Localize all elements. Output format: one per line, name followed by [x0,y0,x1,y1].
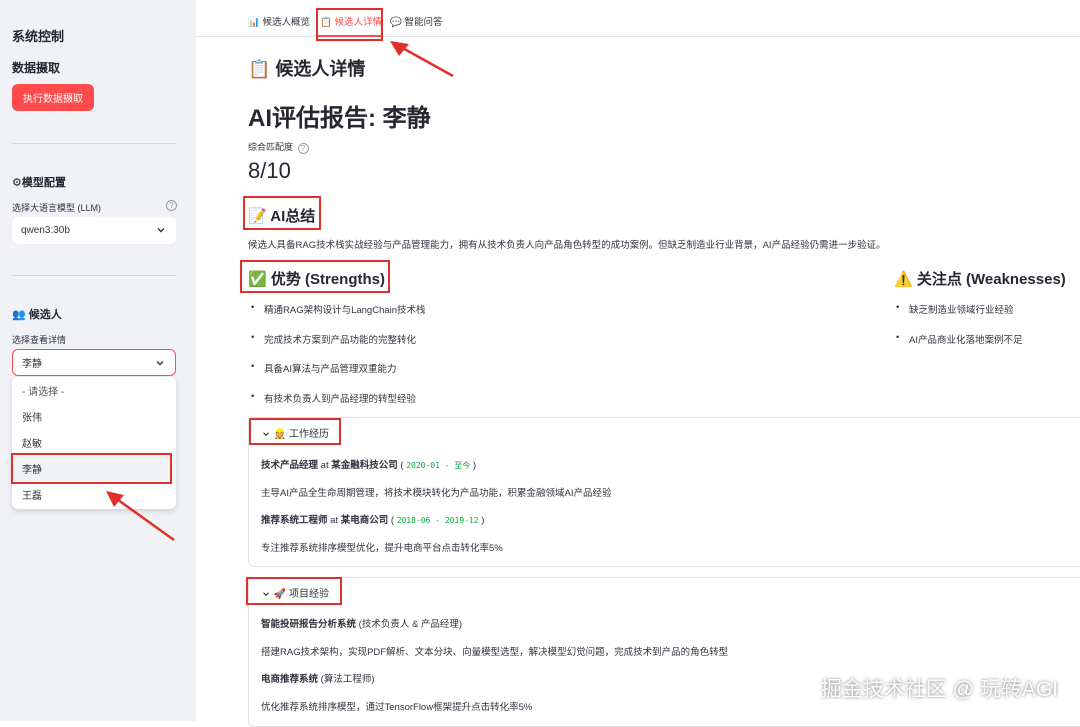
annotation-box [11,453,172,484]
candidate-select[interactable]: 李静 [12,349,176,376]
work-entry-title: 技术产品经理 at 某金融科技公司 ( 2020-01 - 至今 ) [261,460,477,471]
candidate-select-label: 选择查看详情 [12,335,67,345]
sidebar-divider [12,275,176,276]
project-entry-desc: 搭建RAG技术架构，实现PDF解析、文本分块、向量模型选型，解决模型幻觉问题，完… [261,647,729,658]
strength-item: 有技术负责人到产品经理的转型经验 [251,391,416,405]
watermark: 掘金技术社区 @ 玩转AGI [820,678,1058,701]
annotation-arrow-icon [106,491,175,542]
tab-overview[interactable]: 📊 候选人概览 [248,14,310,28]
work-entry-desc: 主导AI产品全生命周期管理，将技术模块转化为产品功能，积累金融领域AI产品经验 [261,488,612,499]
sidebar-title: 系统控制 [12,29,65,44]
help-icon[interactable]: ? [166,200,177,211]
annotation-box [246,577,342,605]
chevron-down-icon [156,361,164,366]
data-fetch-heading: 数据摄取 [12,61,61,75]
summary-text: 候选人具备RAG技术栈实战经验与产品管理能力，拥有从技术负责人向产品角色转型的成… [248,240,886,251]
annotation-box [243,196,321,230]
weakness-item: 缺乏制造业领域行业经验 [896,302,1013,316]
candidate-select-value: 李静 [22,359,42,370]
project-entry-title: 电商推荐系统 (算法工程师) [261,674,375,685]
dropdown-option[interactable]: 张伟 [12,403,176,429]
annotation-box [249,418,341,445]
strength-item: 具备AI算法与产品管理双重能力 [251,361,397,375]
weakness-item: AI产品商业化落地案例不足 [896,332,1023,346]
strength-item: 完成技术方案到产品功能的完整转化 [251,332,416,346]
model-config-heading: ⚙模型配置 [12,177,66,189]
main-content: 📊 候选人概览 📋 候选人详情 💬 智能问答 📋 候选人详情 AI评估报告: 李… [196,0,1080,727]
work-entry-desc: 专注推荐系统排序模型优化，提升电商平台点击转化率5% [261,543,503,554]
candidate-heading: 👥 候选人 [12,309,62,321]
weaknesses-heading: ⚠️ 关注点 (Weaknesses) [894,271,1066,288]
dropdown-option[interactable]: - 请选择 - [12,377,176,403]
annotation-box [240,260,390,293]
sidebar-divider [12,143,176,144]
project-entry-title: 智能投研报告分析系统 (技术负责人 & 产品经理) [261,619,463,630]
work-entry-title: 推荐系统工程师 at 某电商公司 ( 2018-06 - 2019-12 ) [261,515,485,526]
help-icon[interactable]: ? [297,143,309,154]
report-title: AI评估报告: 李静 [248,105,431,132]
page-heading: 📋 候选人详情 [248,59,366,79]
dropdown-option[interactable]: 赵敏 [12,429,176,455]
llm-select-value: qwen3:30b [21,225,70,236]
annotation-arrow-icon [390,41,454,78]
strength-item: 精通RAG架构设计与LangChain技术栈 [251,302,426,316]
project-expander: 🚀 项目经验 智能投研报告分析系统 (技术负责人 & 产品经理) 搭建RAG技术… [248,577,1080,727]
annotation-box [316,8,383,41]
work-expander: 👷 工作经历 技术产品经理 at 某金融科技公司 ( 2020-01 - 至今 … [248,417,1080,567]
project-entry-desc: 优化推荐系统排序模型，通过TensorFlow框架提升点击转化率5% [261,702,533,713]
fetch-data-button[interactable]: 执行数据摄取 [12,84,94,111]
tab-qa[interactable]: 💬 智能问答 [390,14,442,28]
metric-label: 综合匹配度 ? [248,140,309,154]
chevron-down-icon [157,228,165,233]
sidebar: 系统控制 数据摄取 执行数据摄取 ⚙模型配置 选择大语言模型 (LLM) ? q… [0,0,196,721]
llm-select[interactable]: qwen3:30b [12,217,176,244]
metric-value: 8/10 [248,158,291,183]
llm-select-label: 选择大语言模型 (LLM) [12,203,102,213]
